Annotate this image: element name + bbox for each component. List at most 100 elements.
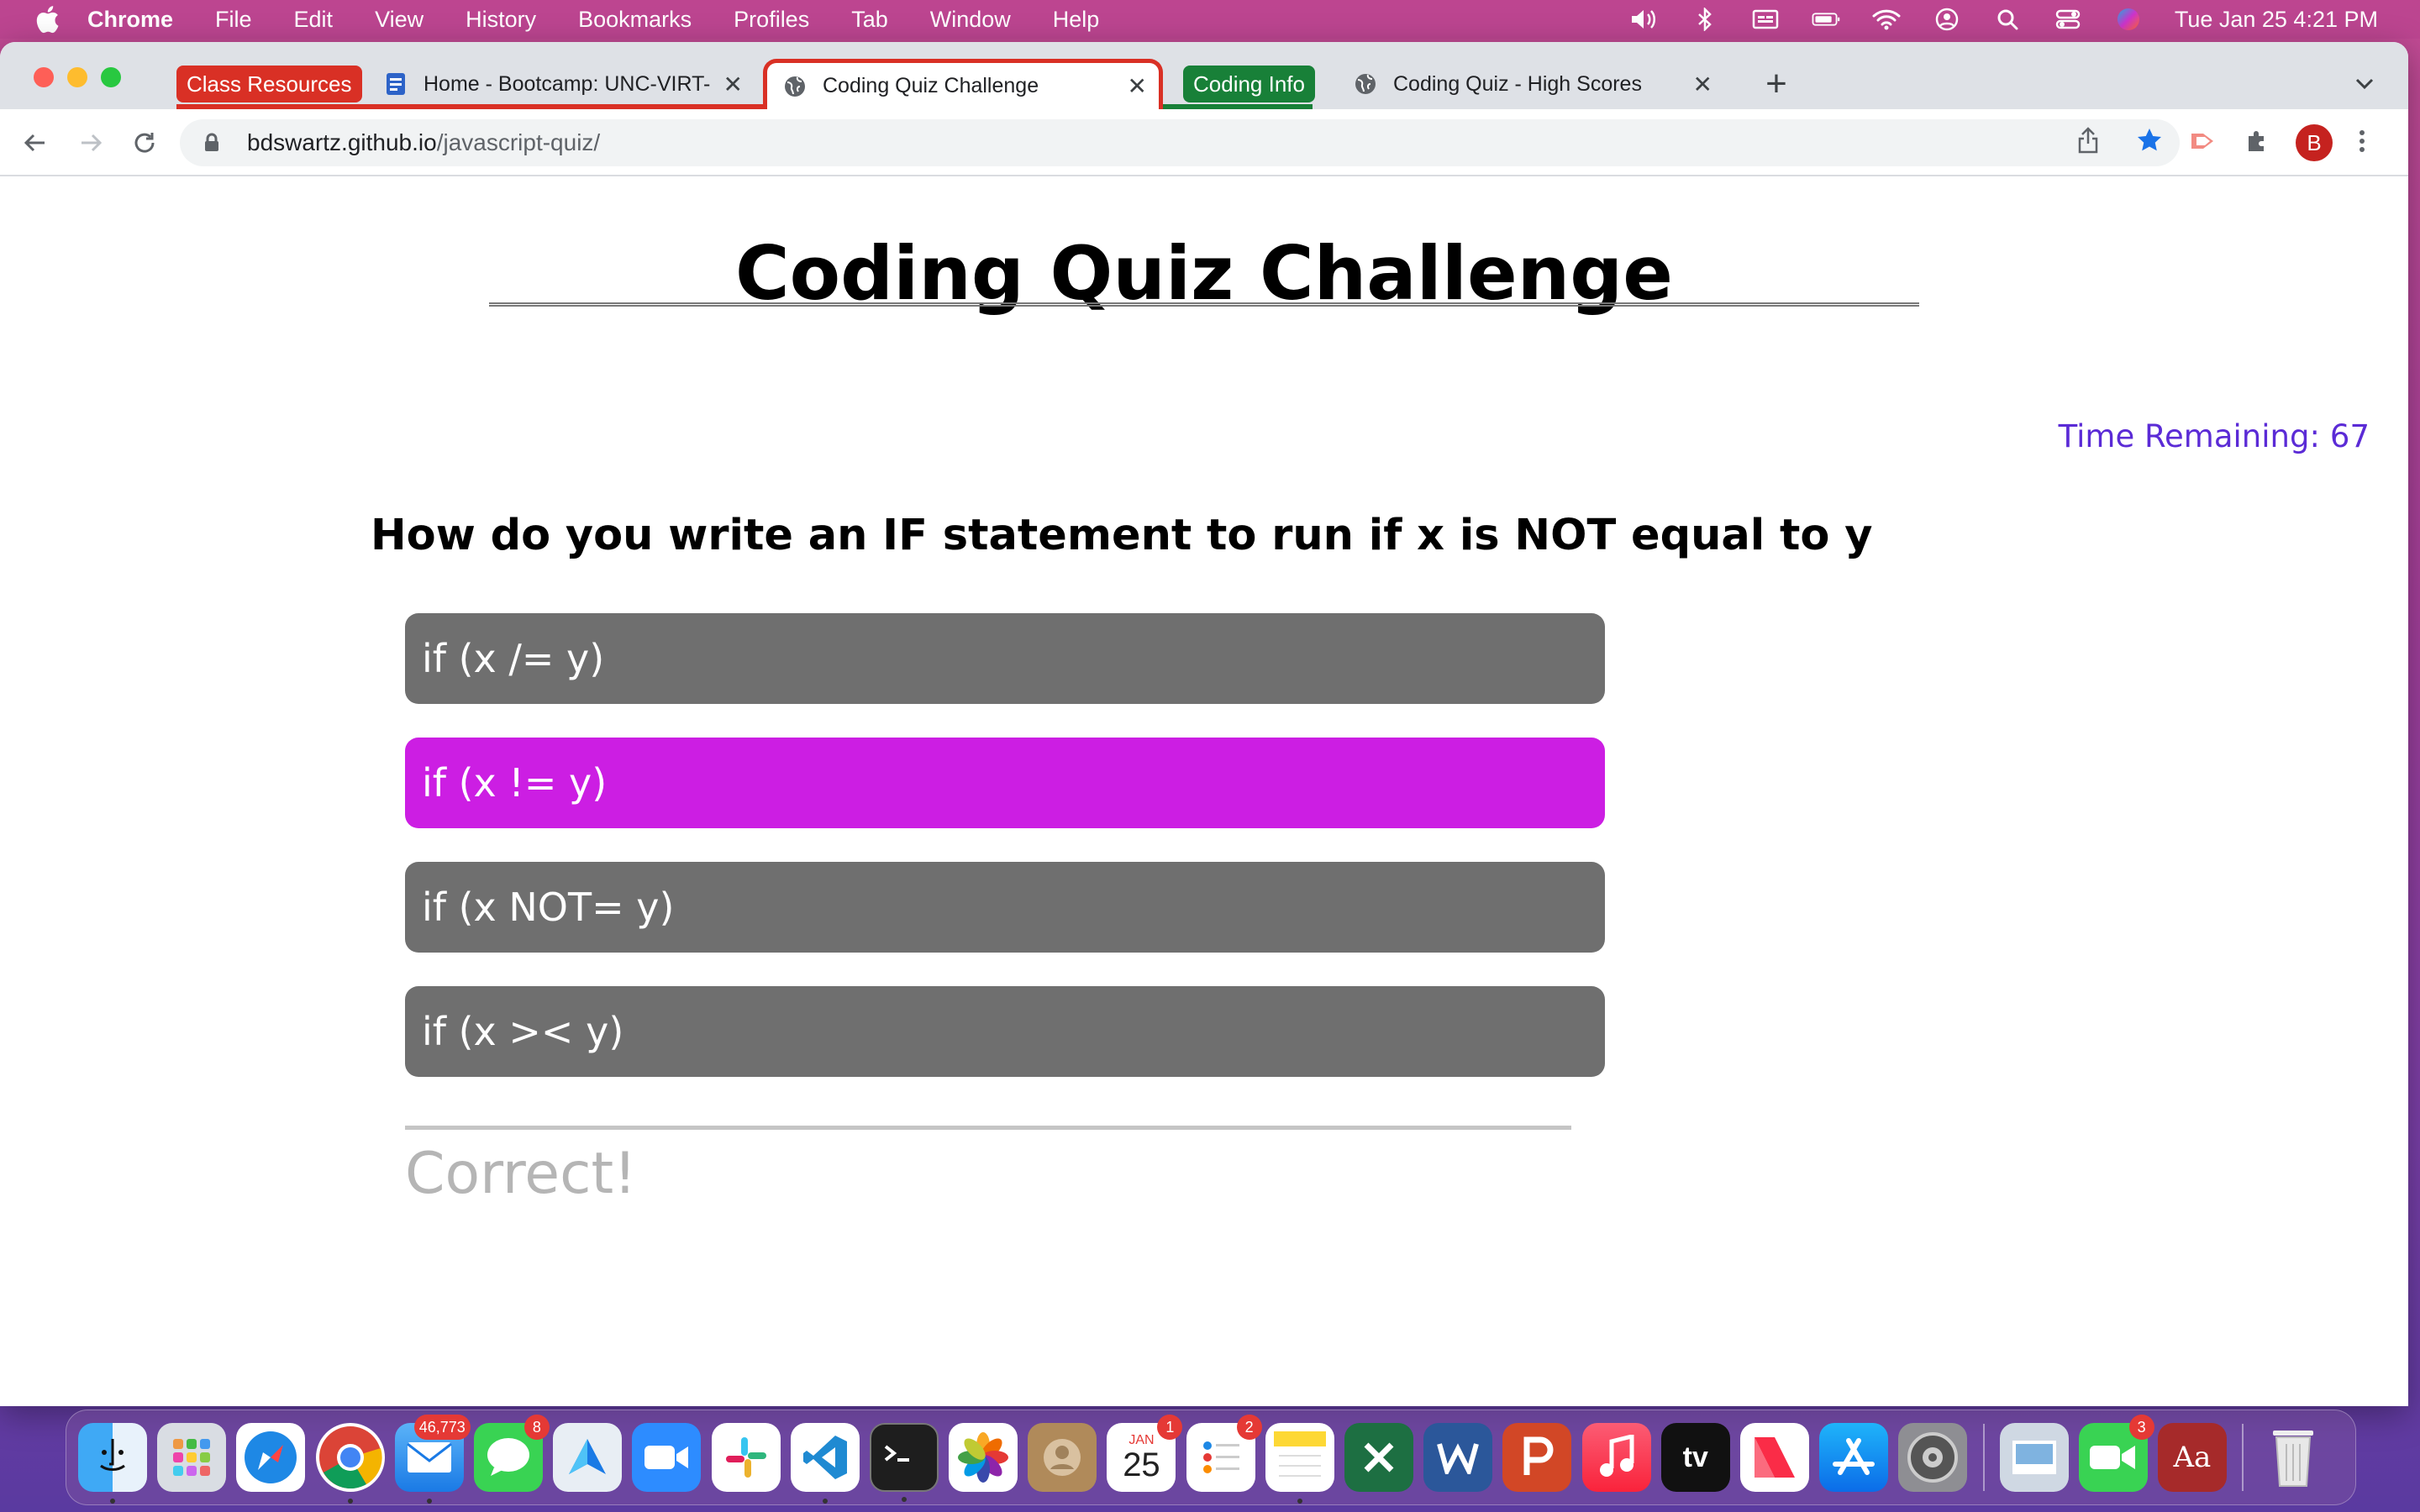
puzzle-extensions-icon[interactable]: [2244, 128, 2270, 159]
menu-app-name[interactable]: Chrome: [87, 7, 173, 33]
control-center-icon[interactable]: [2054, 8, 2082, 31]
news-icon[interactable]: [1739, 1423, 1809, 1492]
menu-file[interactable]: File: [215, 7, 252, 33]
quiz-question: How do you write an IF statement to run …: [371, 511, 1873, 560]
address-bar[interactable]: bdswartz.github.io/javascript-quiz/: [180, 119, 2180, 166]
answer-button-4[interactable]: if (x >< y): [405, 986, 1605, 1077]
contacts-icon[interactable]: [1028, 1423, 1097, 1492]
bookmark-star-icon[interactable]: [2136, 127, 2163, 160]
answer-button-3[interactable]: if (x NOT= y): [405, 862, 1605, 953]
powerpoint-icon[interactable]: [1502, 1423, 1572, 1492]
reminders-icon[interactable]: 2: [1186, 1415, 1262, 1492]
apple-tv-icon[interactable]: tv: [1660, 1423, 1730, 1492]
cast-extension-icon[interactable]: [2188, 129, 2218, 158]
notes-icon[interactable]: [1265, 1423, 1334, 1504]
close-tab-icon[interactable]: ✕: [1128, 72, 1147, 100]
menu-clock[interactable]: Tue Jan 25 4:21 PM: [2175, 7, 2378, 33]
running-indicator: [347, 1499, 353, 1504]
dictionary-label: Aa: [2173, 1441, 2212, 1474]
terminal-icon[interactable]: [869, 1423, 939, 1502]
url-path: /javascript-quiz/: [436, 129, 601, 155]
menu-help[interactable]: Help: [1053, 7, 1100, 33]
menu-profiles[interactable]: Profiles: [734, 7, 809, 33]
dock-separator: [1982, 1424, 1985, 1491]
profile-avatar[interactable]: B: [2296, 124, 2333, 161]
vscode-icon[interactable]: [790, 1423, 860, 1504]
share-icon[interactable]: [2077, 126, 2099, 160]
minimize-window-button[interactable]: [67, 67, 87, 87]
web-page: Coding Quiz Challenge Time Remaining: 67 …: [0, 176, 2408, 1406]
facetime-icon[interactable]: 3: [2078, 1415, 2154, 1492]
chrome-icon[interactable]: [315, 1423, 385, 1504]
feedback-divider: [405, 1126, 1571, 1130]
running-indicator: [426, 1499, 432, 1504]
app-store-icon[interactable]: [1819, 1423, 1889, 1492]
finder-icon[interactable]: [78, 1423, 147, 1504]
tab-search-chevron-icon[interactable]: [2354, 69, 2375, 97]
menu-bookmarks[interactable]: Bookmarks: [578, 7, 692, 33]
new-tab-plus-icon[interactable]: +: [1758, 63, 1795, 104]
running-indicator: [901, 1497, 907, 1502]
zoom-icon[interactable]: [632, 1423, 702, 1492]
calendar-icon[interactable]: JAN 25 1: [1107, 1415, 1183, 1492]
tab-bootcamp-home[interactable]: Home - Bootcamp: UNC-VIRT- ✕: [368, 59, 755, 109]
extensions-area: B: [2188, 124, 2366, 161]
spotlight-search-icon[interactable]: [1993, 8, 2022, 31]
close-window-button[interactable]: [34, 67, 54, 87]
launchpad-icon[interactable]: [157, 1423, 227, 1492]
tab-high-scores[interactable]: Coding Quiz - High Scores ✕: [1338, 59, 1724, 109]
mail-icon[interactable]: 46,773: [394, 1415, 471, 1504]
close-tab-icon[interactable]: ✕: [1693, 71, 1712, 98]
menu-history[interactable]: History: [466, 7, 536, 33]
title-divider: [489, 302, 1919, 307]
dock: 46,773 8 JAN 25 1 2 tv 3 Aa: [66, 1410, 2356, 1505]
tab-title: Coding Quiz - High Scores: [1393, 71, 1642, 96]
user-account-icon[interactable]: [1933, 8, 1961, 31]
menu-view[interactable]: View: [375, 7, 424, 33]
maps-icon[interactable]: [553, 1423, 623, 1492]
facetime-badge: 3: [2128, 1415, 2154, 1440]
running-indicator: [110, 1499, 115, 1504]
zoom-window-button[interactable]: [101, 67, 121, 87]
menu-edit[interactable]: Edit: [294, 7, 334, 33]
dictionary-icon[interactable]: Aa: [2157, 1423, 2227, 1492]
apple-menu-icon[interactable]: [30, 5, 64, 34]
preview-icon[interactable]: [1999, 1423, 2069, 1492]
timer-value: 67: [2329, 418, 2370, 454]
lock-icon[interactable]: [203, 132, 225, 154]
timer-label: Time Remaining:: [2058, 418, 2320, 454]
tab-coding-quiz-challenge[interactable]: Coding Quiz Challenge ✕: [763, 59, 1163, 109]
slack-icon[interactable]: [711, 1423, 781, 1492]
tab-title: Home - Bootcamp: UNC-VIRT-: [424, 71, 711, 96]
kebab-menu-icon[interactable]: [2358, 128, 2366, 159]
browser-toolbar: bdswartz.github.io/javascript-quiz/ B: [0, 109, 2408, 176]
music-icon[interactable]: [1581, 1423, 1651, 1492]
back-arrow-icon[interactable]: [17, 124, 54, 161]
safari-icon[interactable]: [236, 1423, 306, 1492]
excel-icon[interactable]: [1344, 1423, 1413, 1492]
menu-window[interactable]: Window: [930, 7, 1011, 33]
calendar-day: 25: [1123, 1446, 1160, 1483]
tab-group-coding-info[interactable]: Coding Info: [1183, 66, 1315, 102]
word-icon[interactable]: [1423, 1423, 1493, 1492]
trash-icon[interactable]: [2259, 1423, 2328, 1492]
display-icon[interactable]: [1751, 8, 1780, 31]
answer-button-2[interactable]: if (x != y): [405, 738, 1605, 828]
globe-favicon-icon: [782, 74, 808, 99]
photos-icon[interactable]: [949, 1423, 1018, 1492]
forward-arrow-icon[interactable]: [72, 124, 109, 161]
tab-group-class-resources[interactable]: Class Resources: [176, 66, 362, 102]
messages-icon[interactable]: 8: [473, 1415, 550, 1492]
wifi-icon[interactable]: [1872, 8, 1901, 31]
battery-icon[interactable]: [1812, 8, 1840, 31]
messages-badge: 8: [523, 1415, 550, 1440]
menu-tab[interactable]: Tab: [851, 7, 888, 33]
bluetooth-icon[interactable]: [1691, 8, 1719, 31]
siri-icon[interactable]: [2114, 8, 2143, 31]
close-tab-icon[interactable]: ✕: [723, 71, 743, 98]
answer-button-1[interactable]: if (x /= y): [405, 613, 1605, 704]
volume-icon[interactable]: [1630, 8, 1659, 31]
dock-separator: [2242, 1424, 2244, 1491]
system-preferences-icon[interactable]: [1898, 1423, 1968, 1492]
reload-icon[interactable]: [126, 124, 163, 161]
